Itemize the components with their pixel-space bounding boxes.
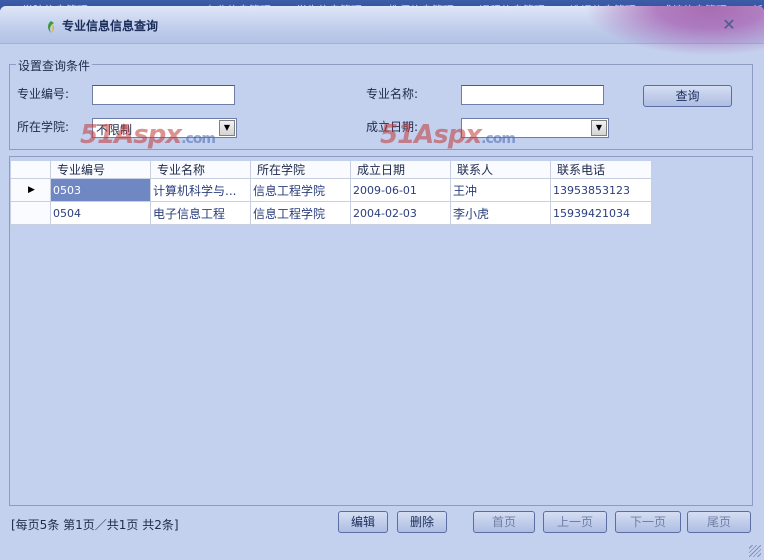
major-name-input[interactable]	[461, 85, 604, 105]
query-button[interactable]: 查询	[643, 85, 732, 107]
major-code-input[interactable]	[92, 85, 235, 105]
table-cell[interactable]: 2009-06-01	[350, 178, 451, 202]
filter-group-title: 设置查询条件	[16, 57, 93, 74]
results-table: 专业编号 专业名称 所在学院 成立日期 联系人 联系电话 ▶ 0503 计算机科…	[10, 161, 652, 225]
table-cell[interactable]: 0503	[50, 178, 151, 202]
chevron-down-icon[interactable]: ▼	[219, 120, 235, 136]
prev-page-button[interactable]: 上一页	[543, 511, 607, 533]
title-bar[interactable]: 专业信息信息查询 ✕	[0, 6, 764, 56]
close-icon[interactable]: ✕	[722, 17, 736, 33]
chevron-down-icon[interactable]: ▼	[591, 120, 607, 136]
watermark-suffix: .com	[181, 131, 216, 147]
column-header[interactable]: 专业名称	[150, 161, 251, 179]
watermark-text: 51Aspx	[380, 120, 482, 150]
table-cell[interactable]: 13953853123	[550, 178, 652, 202]
watermark-suffix: .com	[481, 131, 516, 147]
last-page-button[interactable]: 尾页	[687, 511, 751, 533]
table-row[interactable]: ▶ 0503 计算机科学与... 信息工程学院 2009-06-01 王冲 13…	[10, 178, 652, 202]
table-cell[interactable]: 王冲	[450, 178, 551, 202]
table-cell[interactable]: 信息工程学院	[250, 178, 351, 202]
resize-grip-icon[interactable]	[749, 545, 761, 557]
app-leaf-icon	[48, 21, 55, 33]
window-title: 专业信息信息查询	[62, 19, 159, 33]
table-cell[interactable]: 0504	[50, 201, 151, 225]
table-cell[interactable]: 电子信息工程	[150, 201, 251, 225]
next-page-button[interactable]: 下一页	[615, 511, 681, 533]
major-name-label: 专业名称:	[366, 87, 419, 101]
row-header-corner	[10, 161, 51, 179]
table-cell[interactable]: 李小虎	[450, 201, 551, 225]
row-header[interactable]	[10, 201, 51, 225]
table-cell[interactable]: 15939421034	[550, 201, 652, 225]
college-label: 所在学院:	[17, 120, 70, 134]
query-window: 专业信息信息查询 ✕ 设置查询条件 专业编号: 专业名称: 查询 所在学院: 不…	[0, 6, 764, 560]
table-cell[interactable]: 信息工程学院	[250, 201, 351, 225]
column-header[interactable]: 所在学院	[250, 161, 351, 179]
current-row-marker-icon: ▶	[10, 178, 51, 202]
title-decoration	[584, 6, 764, 56]
column-header[interactable]: 联系电话	[550, 161, 652, 179]
major-code-label: 专业编号:	[17, 87, 70, 101]
first-page-button[interactable]: 首页	[473, 511, 535, 533]
column-header[interactable]: 联系人	[450, 161, 551, 179]
watermark-text: 51Aspx	[80, 120, 182, 150]
watermark-logo: 51Aspx.com	[380, 120, 516, 150]
watermark-logo: 51Aspx.com	[80, 120, 216, 150]
table-cell[interactable]: 计算机科学与...	[150, 178, 251, 202]
column-header[interactable]: 成立日期	[350, 161, 451, 179]
delete-button[interactable]: 删除	[397, 511, 447, 533]
table-row[interactable]: 0504 电子信息工程 信息工程学院 2004-02-03 李小虎 159394…	[10, 201, 652, 225]
table-header-row: 专业编号 专业名称 所在学院 成立日期 联系人 联系电话	[10, 161, 652, 179]
edit-button[interactable]: 编辑	[338, 511, 388, 533]
pagination-info: [每页5条 第1页／共1页 共2条]	[11, 518, 179, 532]
table-cell[interactable]: 2004-02-03	[350, 201, 451, 225]
results-grid[interactable]: 专业编号 专业名称 所在学院 成立日期 联系人 联系电话 ▶ 0503 计算机科…	[9, 156, 753, 506]
column-header[interactable]: 专业编号	[50, 161, 151, 179]
